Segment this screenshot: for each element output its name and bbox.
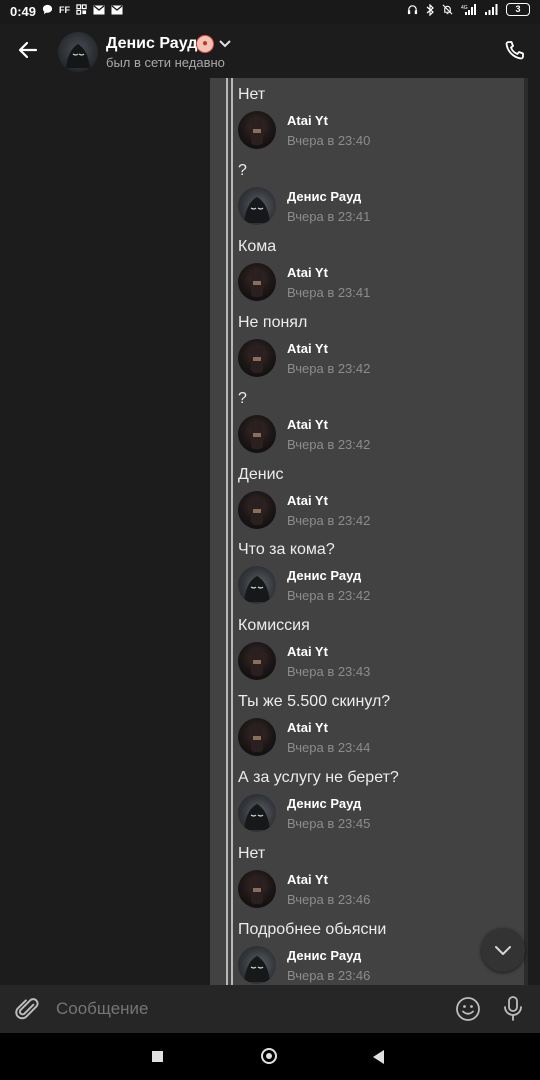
message-text: ? xyxy=(238,161,247,179)
author-name[interactable]: Atai Yt xyxy=(287,113,328,128)
message-text: А за услугу не берет? xyxy=(238,769,399,787)
chat-header: Денис Рауд ● был в сети недавно xyxy=(0,24,540,78)
bluetooth-icon xyxy=(426,3,434,16)
avatar[interactable] xyxy=(238,262,276,301)
author-name[interactable]: Atai Yt xyxy=(287,493,328,508)
panel-edge xyxy=(524,78,528,985)
author-name[interactable]: Денис Рауд xyxy=(287,568,361,583)
chevron-down-icon[interactable] xyxy=(219,40,231,48)
battery-icon: 3 xyxy=(506,3,530,16)
avatar[interactable] xyxy=(238,718,276,757)
author-name[interactable]: Денис Рауд xyxy=(287,189,361,204)
message-timestamp: Вчера в 23:41 xyxy=(287,284,371,300)
home-dot xyxy=(266,1053,272,1059)
message-timestamp: Вчера в 23:43 xyxy=(287,664,371,680)
app-grid-icon xyxy=(76,4,87,15)
headphones-icon xyxy=(407,5,418,15)
author-name[interactable]: Atai Yt xyxy=(287,417,328,432)
avatar[interactable] xyxy=(238,111,276,149)
system-nav-bar xyxy=(0,1033,540,1080)
back-arrow-icon[interactable] xyxy=(16,38,40,62)
forwarded-messages: Нет Atai Yt Вчера в 23:40? Денис Рауд Вчера … xyxy=(210,78,528,985)
avatar[interactable] xyxy=(238,642,276,681)
svg-text:4G: 4G xyxy=(461,5,468,11)
message-timestamp: Вчера в 23:41 xyxy=(287,208,371,224)
emoji-icon[interactable] xyxy=(455,996,481,1022)
message-text: Подробнее обьясни xyxy=(238,920,387,938)
message-text: Кома xyxy=(238,237,277,255)
muted-bell-icon xyxy=(442,4,453,15)
avatar[interactable] xyxy=(238,338,276,377)
chevron-down-icon xyxy=(495,946,511,955)
author-name[interactable]: Денис Рауд xyxy=(287,796,361,811)
message-input[interactable] xyxy=(56,999,436,1019)
message-text: Ты же 5.500 скинул? xyxy=(238,693,391,711)
message-composer xyxy=(0,985,540,1033)
microphone-icon[interactable] xyxy=(502,995,524,1023)
back-button[interactable] xyxy=(373,1050,384,1064)
ff-icon: FF xyxy=(59,4,70,15)
clown-emoji-icon: ● xyxy=(196,35,214,53)
avatar[interactable] xyxy=(58,32,98,72)
mail-icon xyxy=(111,4,123,14)
avatar[interactable] xyxy=(238,490,276,529)
message-timestamp: Вчера в 23:42 xyxy=(287,588,371,604)
message-text: Денис xyxy=(238,465,284,483)
avatar[interactable] xyxy=(238,566,276,605)
message-text: Что за кома? xyxy=(238,541,335,559)
recents-button[interactable] xyxy=(152,1051,163,1062)
message-timestamp: Вчера в 23:42 xyxy=(287,360,371,376)
message-text: ? xyxy=(238,389,247,407)
status-bar: 0:49 FF 4G 3 xyxy=(0,0,540,24)
author-name[interactable]: Денис Рауд xyxy=(287,948,361,963)
avatar[interactable] xyxy=(238,186,276,225)
message-text: Комиссия xyxy=(238,617,310,635)
message-timestamp: Вчера в 23:42 xyxy=(287,436,371,452)
message-timestamp: Вчера в 23:42 xyxy=(287,512,371,528)
message-text: Нет xyxy=(238,845,266,862)
message-timestamp: Вчера в 23:46 xyxy=(287,892,371,907)
message-text: Не понял xyxy=(238,313,308,331)
phone-icon[interactable] xyxy=(502,39,526,63)
home-button[interactable] xyxy=(261,1048,277,1064)
avatar[interactable] xyxy=(238,870,276,908)
paperclip-icon[interactable] xyxy=(15,995,41,1023)
forward-indent-line xyxy=(231,78,233,985)
avatar[interactable] xyxy=(238,794,276,833)
mail-icon xyxy=(93,4,105,14)
message-text: Нет xyxy=(238,86,266,103)
message-timestamp: Вчера в 23:45 xyxy=(287,816,371,832)
message-timestamp: Вчера в 23:46 xyxy=(287,967,371,983)
avatar[interactable] xyxy=(238,945,276,984)
forward-indent-line xyxy=(226,78,228,985)
message-timestamp: Вчера в 23:40 xyxy=(287,133,371,148)
contact-name[interactable]: Денис Рауд xyxy=(106,35,197,53)
author-name[interactable]: Atai Yt xyxy=(287,341,328,356)
signal-icon xyxy=(485,4,498,15)
notification-icons: FF xyxy=(42,4,123,15)
chat-bubble-icon xyxy=(42,4,53,15)
contact-status: был в сети недавно xyxy=(106,55,225,70)
avatar[interactable] xyxy=(238,414,276,453)
status-time: 0:49 xyxy=(10,4,37,19)
message-timestamp: Вчера в 23:44 xyxy=(287,740,371,756)
author-name[interactable]: Atai Yt xyxy=(287,872,328,887)
system-icons: 4G 3 xyxy=(407,3,530,16)
scroll-down-button[interactable] xyxy=(481,928,525,972)
author-name[interactable]: Atai Yt xyxy=(287,265,328,280)
signal-4g-icon: 4G xyxy=(461,4,476,15)
author-name[interactable]: Atai Yt xyxy=(287,644,328,659)
author-name[interactable]: Atai Yt xyxy=(287,720,328,735)
